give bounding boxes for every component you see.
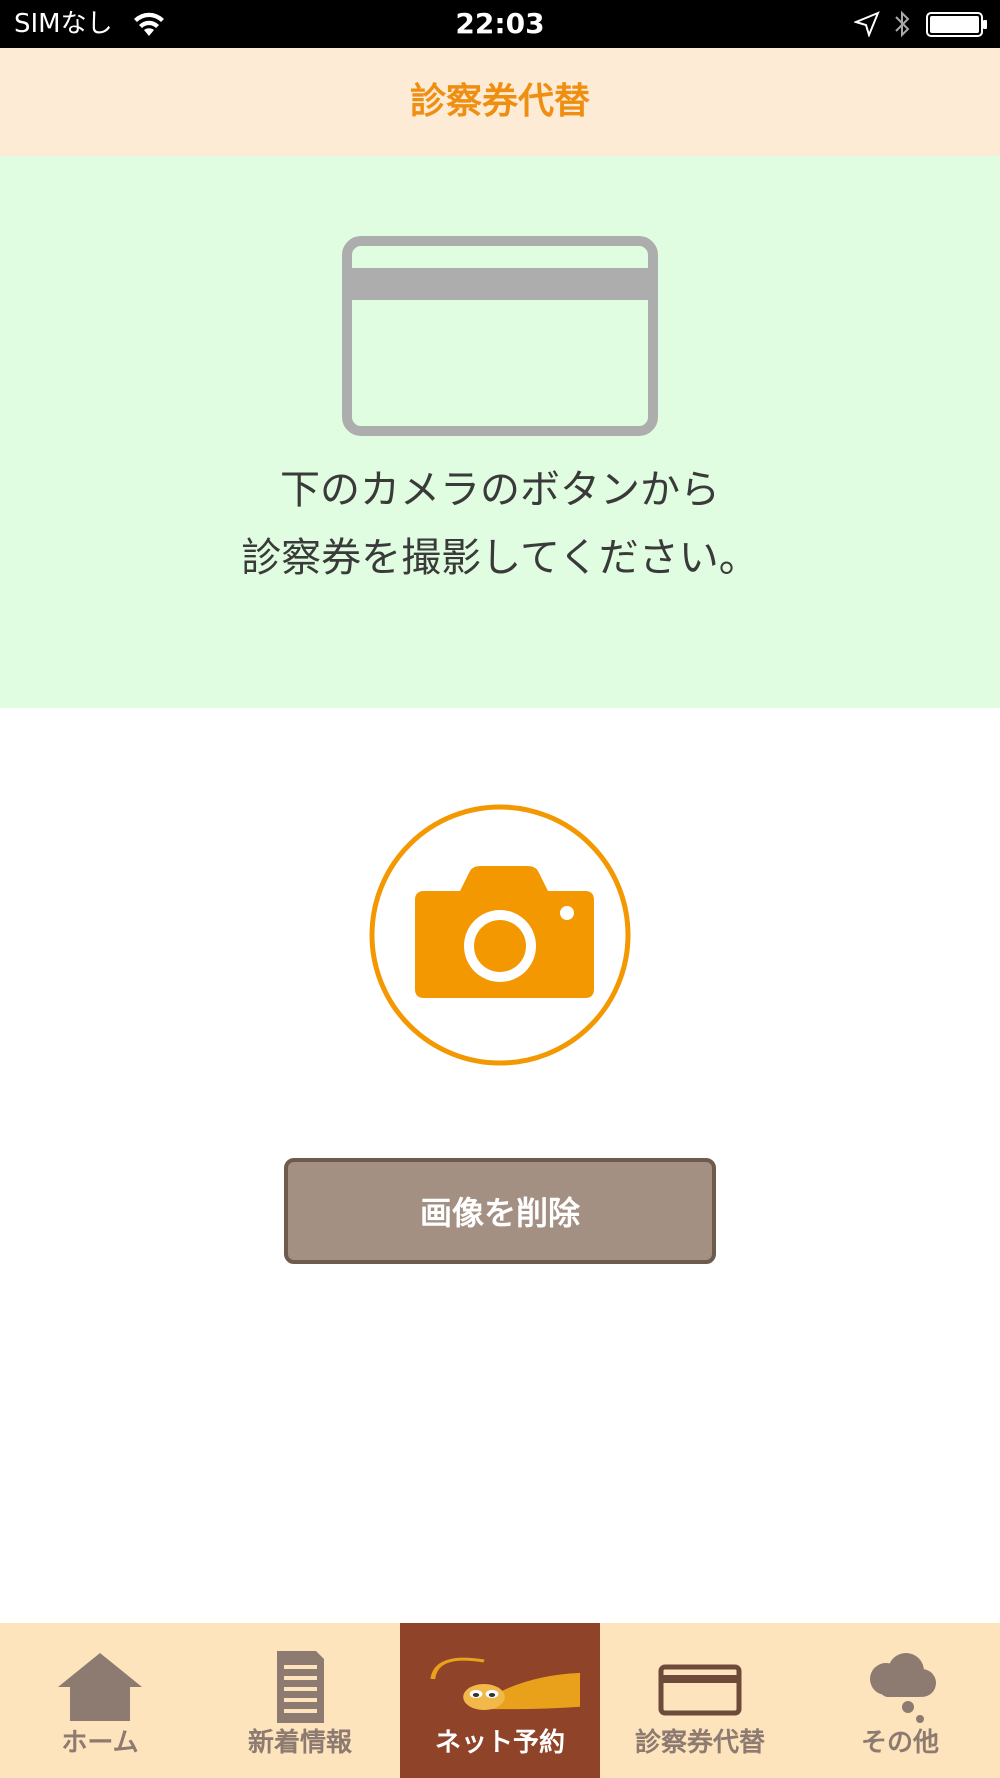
location-arrow-icon xyxy=(854,11,880,37)
tab-label: 診察券代替 xyxy=(634,1728,765,1758)
tab-news[interactable]: 新着情報 xyxy=(200,1623,400,1778)
instruction-line-2: 診察券を撮影してください。 xyxy=(241,535,759,581)
page-title: 診察券代替 xyxy=(409,81,590,122)
status-bar: SIMなし 22:03 xyxy=(0,0,1000,48)
delete-image-button[interactable]: 画像を削除 xyxy=(284,1158,716,1264)
tab-bar: ホーム 新着情報 ネット予約 診察券代替 その他 xyxy=(0,1623,1000,1778)
document-icon xyxy=(277,1651,324,1723)
tab-card-substitute[interactable]: 診察券代替 xyxy=(600,1623,800,1778)
tab-other[interactable]: その他 xyxy=(800,1623,1000,1778)
cloud-icon xyxy=(870,1653,936,1723)
tab-label: その他 xyxy=(860,1728,939,1758)
home-icon xyxy=(58,1653,142,1721)
card-icon xyxy=(342,236,658,436)
tab-label: ホーム xyxy=(61,1728,139,1758)
instruction-line-1: 下のカメラのボタンから xyxy=(280,467,720,513)
navigation-bar: 診察券代替 xyxy=(0,48,1000,156)
bluetooth-icon xyxy=(895,10,910,38)
clock: 22:03 xyxy=(455,7,545,40)
camera-button[interactable] xyxy=(368,803,632,1067)
tab-net-reservation[interactable]: ネット予約 xyxy=(400,1623,600,1778)
card-icon xyxy=(658,1664,742,1716)
tab-home[interactable]: ホーム xyxy=(0,1623,200,1778)
tab-label: ネット予約 xyxy=(434,1728,565,1758)
shrimp-mascot-icon xyxy=(430,1657,580,1710)
tab-label: 新着情報 xyxy=(247,1728,352,1758)
instruction-panel: 下のカメラのボタンから 診察券を撮影してください。 xyxy=(0,156,1000,708)
instruction-text: 下のカメラのボタンから 診察券を撮影してください。 xyxy=(0,456,1000,592)
battery-icon xyxy=(926,12,987,37)
